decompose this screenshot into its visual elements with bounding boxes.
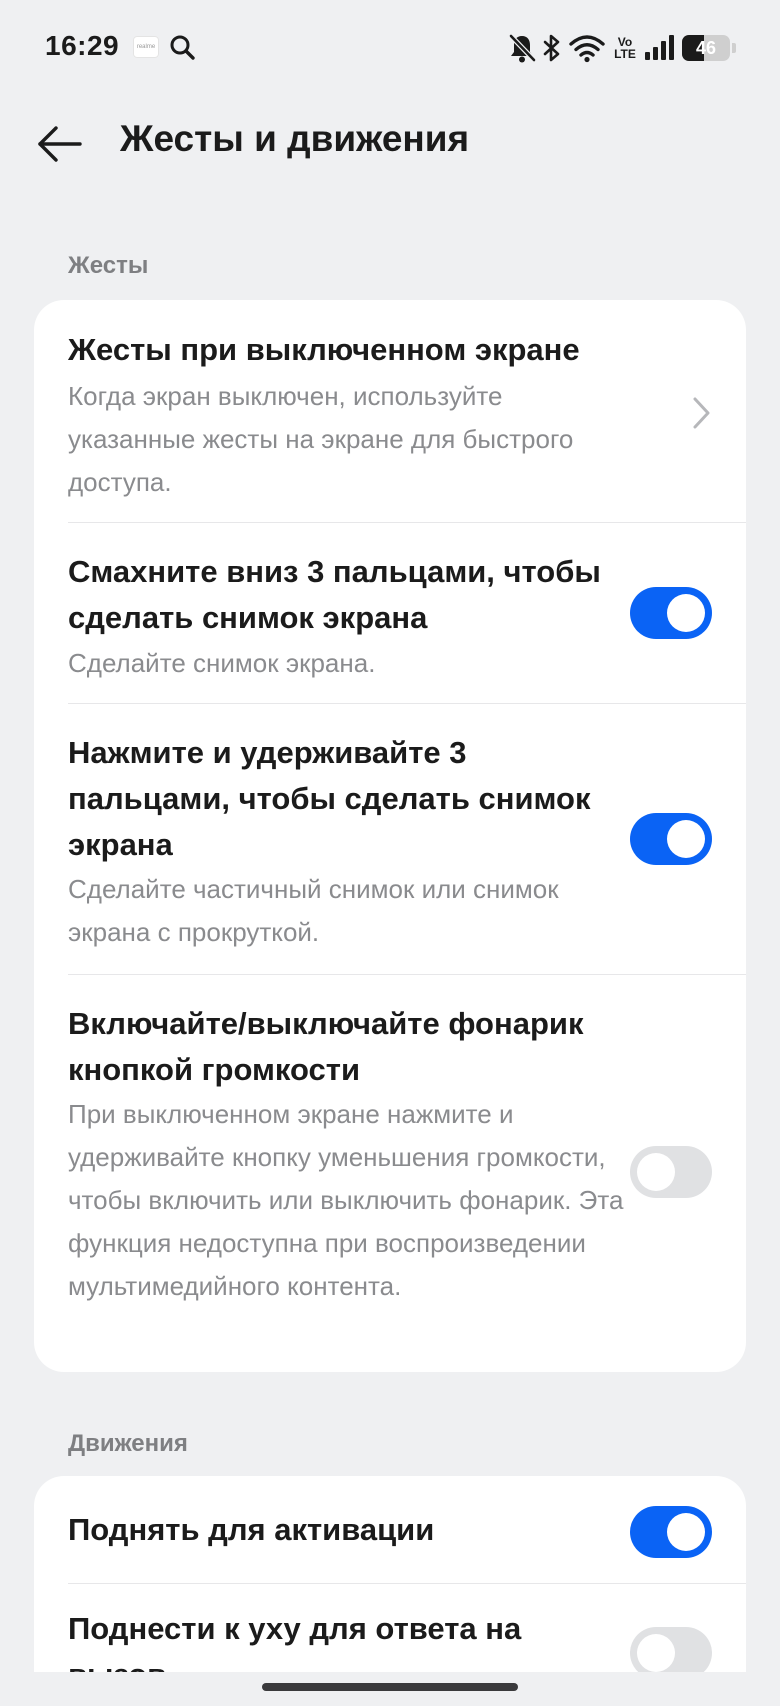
motions-card: Поднять для активации Поднести к уху для… — [34, 1476, 746, 1672]
bell-muted-icon — [509, 34, 536, 63]
item-title: Нажмите и удерживайте 3 пальцами, чтобы … — [68, 735, 591, 862]
settings-item-offscreen-gestures[interactable]: Жесты при выключенном экране Когда экран… — [34, 300, 746, 522]
battery-cap — [732, 43, 736, 53]
toggle-switch[interactable] — [630, 1506, 712, 1558]
volte-icon: Vo LTE — [612, 36, 638, 60]
toggle-knob — [667, 820, 705, 858]
status-bar: 16:29 realme Vo LTE 46 — [0, 0, 780, 96]
page-title: Жесты и движения — [120, 118, 470, 159]
wifi-icon — [569, 35, 605, 63]
settings-item-flashlight-volume[interactable]: Включайте/выключайте фонарик кнопкой гро… — [34, 975, 746, 1372]
toggle-switch[interactable] — [630, 1627, 712, 1672]
toggle-switch[interactable] — [630, 587, 712, 639]
toggle-knob — [637, 1634, 675, 1672]
toggle-knob — [667, 594, 705, 632]
item-title: Поднять для активации — [68, 1512, 435, 1547]
section-header-motions: Движения — [68, 1430, 188, 1457]
chevron-right-icon — [693, 397, 710, 429]
back-button[interactable] — [30, 114, 90, 174]
item-title: Жесты при выключенном экране — [68, 332, 580, 367]
toggle-switch[interactable] — [630, 813, 712, 865]
status-time: 16:29 — [45, 30, 120, 61]
settings-item-lift-to-wake[interactable]: Поднять для активации — [34, 1476, 746, 1583]
gestures-card: Жесты при выключенном экране Когда экран… — [34, 300, 746, 1372]
signal-icon — [645, 35, 674, 60]
settings-item-hold-screenshot[interactable]: Нажмите и удерживайте 3 пальцами, чтобы … — [34, 704, 746, 974]
item-title: Смахните вниз 3 пальцами, чтобы сделать … — [68, 554, 601, 635]
search-icon — [170, 35, 195, 60]
toggle-knob — [667, 1513, 705, 1551]
item-subtitle: При выключенном экране нажмите и удержив… — [68, 1099, 624, 1301]
bluetooth-icon — [543, 34, 560, 62]
item-subtitle: Сделайте снимок экрана. — [68, 648, 376, 678]
section-header-gestures: Жесты — [68, 252, 149, 279]
app-notification-icon: realme — [133, 36, 159, 58]
item-title: Поднести к уху для ответа на вызов — [68, 1611, 522, 1672]
app-header: Жесты и движения — [0, 96, 780, 186]
toggle-knob — [637, 1153, 675, 1191]
item-subtitle: Сделайте частичный снимок или снимок экр… — [68, 874, 559, 947]
settings-item-raise-to-answer[interactable]: Поднести к уху для ответа на вызов — [34, 1584, 746, 1672]
battery-icon: 46 — [682, 35, 730, 61]
battery-level: 46 — [695, 38, 717, 58]
status-icons: Vo LTE 46 — [508, 32, 736, 64]
home-indicator[interactable] — [262, 1683, 518, 1691]
settings-item-swipe-screenshot[interactable]: Смахните вниз 3 пальцами, чтобы сделать … — [34, 523, 746, 703]
arrow-left-icon — [38, 126, 82, 162]
item-subtitle: Когда экран выключен, используйте указан… — [68, 381, 574, 497]
volte-bottom-label: LTE — [614, 47, 636, 61]
item-title: Включайте/выключайте фонарик кнопкой гро… — [68, 1006, 584, 1087]
toggle-switch[interactable] — [630, 1146, 712, 1198]
